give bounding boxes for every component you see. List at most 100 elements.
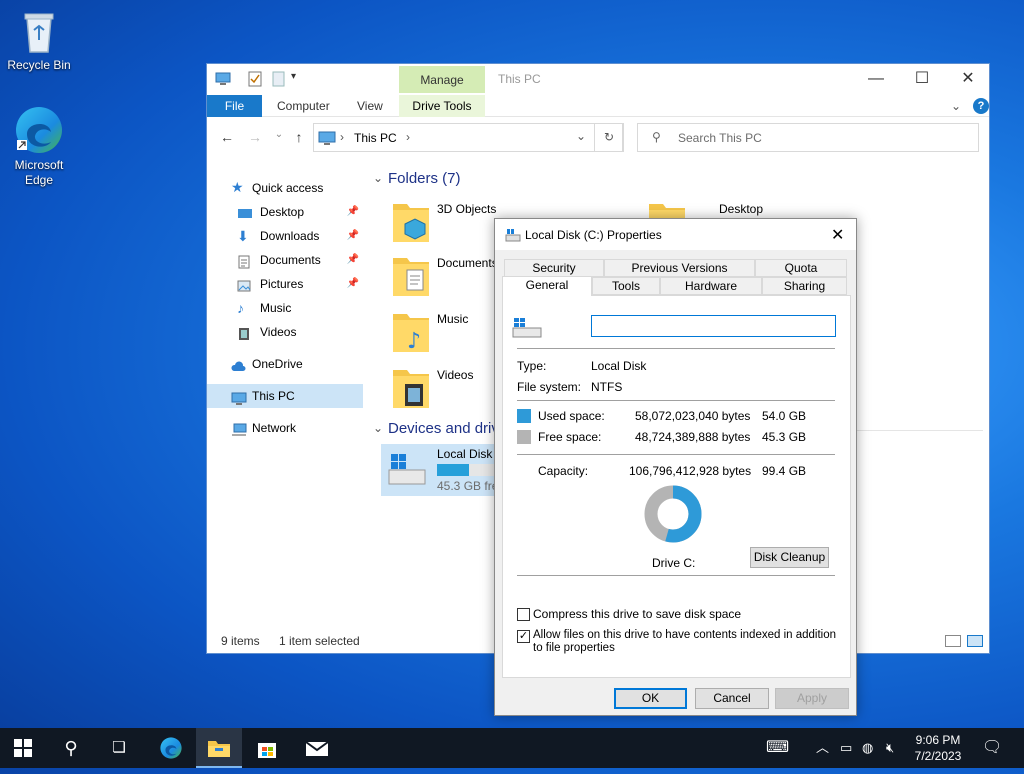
index-label[interactable]: Allow files on this drive to have conten… <box>533 629 843 655</box>
breadcrumb[interactable]: This PC <box>354 131 397 145</box>
computer-icon <box>231 389 247 405</box>
sidebar-item-downloads[interactable]: ⬇ Downloads 📌 <box>207 224 363 248</box>
taskbar-store[interactable] <box>244 728 290 768</box>
maximize-button[interactable]: ☐ <box>899 68 945 92</box>
volume-muted-icon[interactable]: 🔇︎ <box>886 728 894 768</box>
ribbon-expand-icon[interactable]: ⌄ <box>951 95 961 117</box>
documents-folder-icon <box>391 254 431 300</box>
minimize-button[interactable]: — <box>853 68 899 92</box>
tab-security[interactable]: Security <box>504 259 604 277</box>
folder-label: Music <box>437 312 469 326</box>
tab-file[interactable]: File <box>207 95 262 117</box>
sidebar-item-videos[interactable]: Videos <box>207 320 363 344</box>
forward-arrow-icon[interactable]: → <box>245 129 265 149</box>
drive-free-text: 45.3 GB free of 99.4 GB <box>437 479 499 493</box>
sidebar-item-this-pc[interactable]: This PC <box>207 384 363 408</box>
desktop-icon-edge[interactable]: Microsoft Edge <box>4 104 74 188</box>
disk-cleanup-button[interactable]: Disk Cleanup <box>750 547 829 568</box>
window-title: This PC <box>498 72 541 86</box>
sidebar-item-quick-access[interactable]: ★ Quick access <box>207 176 363 200</box>
taskbar-edge[interactable] <box>148 728 194 768</box>
network-globe-icon[interactable]: ◍ <box>862 728 873 768</box>
videos-folder-icon <box>391 366 431 412</box>
manage-tab[interactable]: Manage <box>399 66 485 93</box>
drive-label: Drive C: <box>652 556 696 570</box>
folders-header[interactable]: Folders (7) <box>388 170 461 187</box>
type-label: Type: <box>517 359 547 373</box>
up-arrow-icon[interactable]: ↑ <box>289 129 309 149</box>
tab-tools[interactable]: Tools <box>592 277 660 295</box>
pin-icon: 📌 <box>346 206 359 217</box>
divider <box>517 575 835 576</box>
drive-usage-fill <box>437 464 470 476</box>
refresh-button[interactable]: ↻ <box>594 123 624 152</box>
touch-keyboard-icon[interactable]: ⌨ <box>766 728 789 768</box>
chevron-down-icon[interactable]: ⌄ <box>373 171 383 185</box>
meet-now-icon[interactable]: ▭ <box>840 728 852 768</box>
sidebar-item-network[interactable]: Network <box>207 416 363 440</box>
used-space-bytes: 58,072,023,040 bytes <box>635 409 751 423</box>
tab-sharing[interactable]: Sharing <box>762 277 847 295</box>
sidebar-item-music[interactable]: ♪ Music <box>207 296 363 320</box>
drive-name-field[interactable] <box>591 315 836 337</box>
used-space-swatch <box>517 409 531 423</box>
tab-drive-tools[interactable]: Drive Tools <box>399 95 485 117</box>
sidebar-item-label: Downloads <box>260 229 320 243</box>
tab-previous-versions[interactable]: Previous Versions <box>604 259 755 277</box>
svg-text:♪: ♪ <box>407 329 421 354</box>
general-tab-panel: Type: Local Disk File system: NTFS Used … <box>502 295 851 678</box>
new-folder-icon[interactable] <box>271 71 287 87</box>
refresh-icon: ↻ <box>603 130 615 144</box>
sidebar-item-label: This PC <box>252 389 295 403</box>
close-button[interactable]: ✕ <box>945 68 991 92</box>
clock[interactable]: 9:06 PM 7/2/2023 <box>910 732 966 764</box>
start-button[interactable] <box>0 728 46 768</box>
address-bar[interactable]: › This PC › ⌄ <box>313 123 623 152</box>
large-icons-view-icon[interactable] <box>967 635 983 647</box>
tab-hardware[interactable]: Hardware <box>660 277 762 295</box>
close-button[interactable]: ✕ <box>831 225 844 245</box>
apply-button[interactable]: Apply <box>775 688 849 709</box>
drive-item-local-disk-c[interactable]: Local Disk (C:) 45.3 GB free of 99.4 GB <box>381 444 499 496</box>
devices-header[interactable]: Devices and drives <box>388 420 508 437</box>
divider <box>517 400 835 401</box>
ok-button[interactable]: OK <box>614 688 687 709</box>
computer-icon <box>215 71 231 87</box>
tab-view[interactable]: View <box>357 95 383 117</box>
sidebar-item-label: Pictures <box>260 277 304 291</box>
recent-locations-icon[interactable]: ⌄ <box>269 129 289 149</box>
recycle-bin-icon <box>19 8 59 56</box>
task-view-button[interactable]: ❏ <box>96 728 142 768</box>
sidebar-item-label: Videos <box>260 325 297 339</box>
tab-computer[interactable]: Computer <box>277 95 330 117</box>
music-folder-icon: ♪ <box>391 310 431 356</box>
help-icon[interactable]: ? <box>973 98 989 114</box>
index-checkbox[interactable]: ✓ <box>517 630 530 643</box>
tab-quota[interactable]: Quota <box>755 259 847 277</box>
sidebar-item-documents[interactable]: Documents 📌 <box>207 248 363 272</box>
address-dropdown-icon[interactable]: ⌄ <box>576 129 586 143</box>
properties-icon[interactable] <box>247 71 263 87</box>
chevron-down-icon[interactable]: ▾ <box>291 71 307 87</box>
sidebar-item-onedrive[interactable]: OneDrive <box>207 352 363 376</box>
search-button[interactable]: ⚲ <box>48 728 94 768</box>
chevron-down-icon[interactable]: ⌄ <box>373 421 383 435</box>
notifications-icon[interactable]: 🗨︎ <box>982 728 1002 768</box>
compress-checkbox[interactable] <box>517 608 530 621</box>
show-hidden-icons[interactable]: ︿ <box>816 728 829 768</box>
selection-count: 1 item selected <box>279 634 360 648</box>
compress-label[interactable]: Compress this drive to save disk space <box>533 607 741 621</box>
sidebar-item-pictures[interactable]: Pictures 📌 <box>207 272 363 296</box>
search-input[interactable]: ⚲ Search This PC <box>637 123 979 152</box>
sidebar-item-desktop[interactable]: Desktop 📌 <box>207 200 363 224</box>
back-arrow-icon[interactable]: ← <box>217 129 237 149</box>
desktop-icon-recycle-bin[interactable]: Recycle Bin <box>4 8 74 72</box>
used-space-label: Used space: <box>538 409 605 423</box>
taskbar-file-explorer[interactable] <box>196 728 242 768</box>
disk-usage-donut <box>644 485 702 543</box>
cancel-button[interactable]: Cancel <box>695 688 769 709</box>
taskbar-mail[interactable] <box>294 728 340 768</box>
music-icon: ♪ <box>237 300 244 316</box>
details-view-icon[interactable] <box>945 635 961 647</box>
tab-general[interactable]: General <box>502 276 592 296</box>
